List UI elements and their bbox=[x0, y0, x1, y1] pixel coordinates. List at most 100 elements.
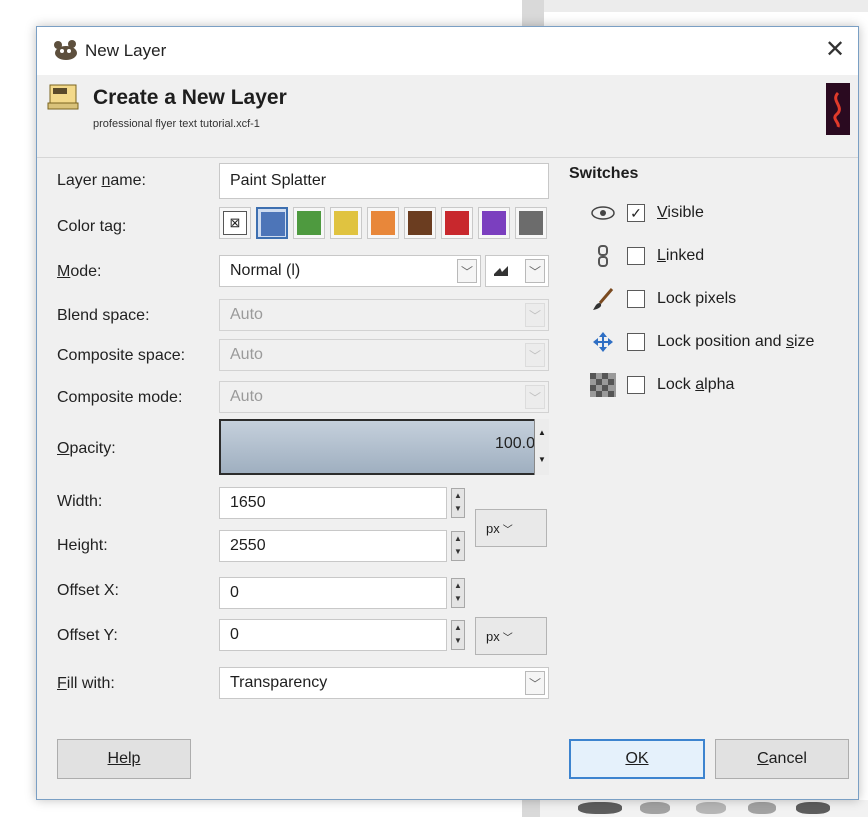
switch-lock-position[interactable]: Lock position and size bbox=[589, 328, 814, 356]
offset-y-value: 0 bbox=[230, 626, 239, 643]
background-brush-preview bbox=[640, 802, 670, 814]
color-tag-violet[interactable] bbox=[478, 207, 510, 239]
window-title: New Layer bbox=[85, 41, 167, 60]
color-swatch-red bbox=[445, 211, 469, 235]
cancel-button-label: Cancel bbox=[757, 750, 807, 767]
offset-y-spin-buttons[interactable]: ▲ ▼ bbox=[451, 620, 465, 650]
color-tag-red[interactable] bbox=[441, 207, 473, 239]
title-bar: New Layer ✕ bbox=[37, 27, 858, 75]
composite-space-label: Composite space: bbox=[57, 347, 186, 364]
opacity-spin-buttons[interactable]: ▲ ▼ bbox=[534, 419, 549, 475]
chevron-down-icon: ﹀ bbox=[525, 385, 545, 409]
chevron-down-icon: ﹀ bbox=[502, 524, 513, 536]
chevron-down-icon: ﹀ bbox=[457, 259, 477, 283]
width-input[interactable]: 1650 bbox=[219, 487, 447, 519]
ok-button-label: OK bbox=[625, 750, 649, 767]
visible-checkbox[interactable]: ✓ bbox=[627, 204, 645, 222]
move-arrows-icon bbox=[589, 329, 617, 355]
composite-mode-value: Auto bbox=[230, 388, 263, 405]
color-tag-orange[interactable] bbox=[367, 207, 399, 239]
height-input[interactable]: 2550 bbox=[219, 530, 447, 562]
size-unit-dropdown[interactable]: px ﹀ bbox=[475, 509, 547, 547]
switch-lock-pixels[interactable]: Lock pixels bbox=[589, 285, 736, 313]
switch-visible[interactable]: ✓ Visible bbox=[589, 199, 704, 227]
image-name: professional flyer text tutorial.xcf-1 bbox=[93, 118, 260, 130]
color-tag-green[interactable] bbox=[293, 207, 325, 239]
lock-pixels-label: Lock pixels bbox=[657, 290, 737, 307]
color-tag-brown[interactable] bbox=[404, 207, 436, 239]
chevron-down-icon: ﹀ bbox=[525, 259, 545, 283]
blend-space-dropdown[interactable]: Auto ﹀ bbox=[219, 299, 549, 331]
chevron-down-icon: ﹀ bbox=[525, 303, 545, 327]
layer-name-label: Layer name: bbox=[57, 172, 146, 189]
offset-x-label: Offset X: bbox=[57, 582, 119, 599]
switch-lock-alpha[interactable]: Lock alpha bbox=[589, 371, 734, 399]
help-button[interactable]: Help bbox=[57, 739, 191, 779]
color-swatch-yellow bbox=[334, 211, 358, 235]
mode-switch-dropdown[interactable]: ﹀ bbox=[485, 255, 549, 287]
size-unit-value: px bbox=[486, 520, 500, 536]
image-thumbnail bbox=[826, 83, 850, 135]
new-layer-dialog: New Layer ✕ Create a New Layer professio… bbox=[36, 26, 859, 800]
paintbrush-icon bbox=[589, 286, 617, 312]
composite-space-dropdown[interactable]: Auto ﹀ bbox=[219, 339, 549, 371]
offset-unit-dropdown[interactable]: px ﹀ bbox=[475, 617, 547, 655]
ok-button[interactable]: OK bbox=[569, 739, 705, 779]
color-tag-gray[interactable] bbox=[515, 207, 547, 239]
offset-x-input[interactable]: 0 bbox=[219, 577, 447, 609]
layer-name-input[interactable]: Paint Splatter bbox=[219, 163, 549, 199]
mode-dropdown[interactable]: Normal (l) ﹀ bbox=[219, 255, 481, 287]
chevron-down-icon: ﹀ bbox=[525, 343, 545, 367]
new-layer-icon bbox=[47, 84, 79, 110]
lock-pixels-checkbox[interactable] bbox=[627, 290, 645, 308]
mode-switch-icon bbox=[494, 266, 508, 276]
width-label: Width: bbox=[57, 493, 103, 510]
cancel-button[interactable]: Cancel bbox=[715, 739, 849, 779]
lock-position-checkbox[interactable] bbox=[627, 333, 645, 351]
linked-checkbox[interactable] bbox=[627, 247, 645, 265]
offset-unit-value: px bbox=[486, 628, 500, 644]
fill-with-dropdown[interactable]: Transparency ﹀ bbox=[219, 667, 549, 699]
color-swatch-violet bbox=[482, 211, 506, 235]
height-value: 2550 bbox=[230, 537, 266, 554]
close-icon[interactable]: ✕ bbox=[820, 34, 850, 66]
offset-x-spin-buttons[interactable]: ▲ ▼ bbox=[451, 578, 465, 608]
layer-name-value: Paint Splatter bbox=[230, 172, 327, 189]
mode-value: Normal (l) bbox=[230, 262, 301, 279]
eye-icon bbox=[589, 200, 617, 226]
width-spin-buttons[interactable]: ▲ ▼ bbox=[451, 488, 465, 518]
checkerboard-icon bbox=[589, 372, 617, 398]
color-tag-yellow[interactable] bbox=[330, 207, 362, 239]
color-swatch-green bbox=[297, 211, 321, 235]
opacity-value: 100.0 bbox=[494, 435, 535, 452]
height-label: Height: bbox=[57, 537, 108, 554]
offset-x-value: 0 bbox=[230, 584, 239, 601]
lock-alpha-label: Lock alpha bbox=[657, 376, 735, 393]
visible-label: Visible bbox=[657, 204, 704, 221]
help-button-label: Help bbox=[107, 750, 141, 767]
blend-space-value: Auto bbox=[230, 306, 263, 323]
fill-with-label: Fill with: bbox=[57, 675, 115, 692]
offset-y-input[interactable]: 0 bbox=[219, 619, 447, 651]
opacity-slider[interactable]: 100.0 ▲ ▼ bbox=[219, 419, 549, 475]
color-tag-blue[interactable] bbox=[256, 207, 288, 239]
gimp-app-icon bbox=[54, 40, 77, 60]
dialog-header: Create a New Layer professional flyer te… bbox=[37, 75, 858, 158]
opacity-label: Opacity: bbox=[57, 440, 116, 457]
background-brush-preview bbox=[696, 802, 726, 814]
lock-alpha-checkbox[interactable] bbox=[627, 376, 645, 394]
color-swatch-brown bbox=[408, 211, 432, 235]
color-swatch-gray bbox=[519, 211, 543, 235]
background-brush-preview bbox=[796, 802, 830, 814]
offset-y-label: Offset Y: bbox=[57, 627, 118, 644]
background-brush-preview bbox=[748, 802, 776, 814]
height-spin-buttons[interactable]: ▲ ▼ bbox=[451, 531, 465, 561]
mode-label: Mode: bbox=[57, 263, 102, 280]
color-tag-none[interactable]: ⊠ bbox=[219, 207, 251, 239]
composite-mode-dropdown[interactable]: Auto ﹀ bbox=[219, 381, 549, 413]
no-color-icon: ⊠ bbox=[223, 211, 247, 235]
chevron-down-icon: ﹀ bbox=[502, 632, 513, 644]
switch-linked[interactable]: Linked bbox=[589, 242, 704, 270]
color-tag-label: Color tag: bbox=[57, 218, 127, 235]
color-swatch-blue bbox=[261, 212, 285, 236]
